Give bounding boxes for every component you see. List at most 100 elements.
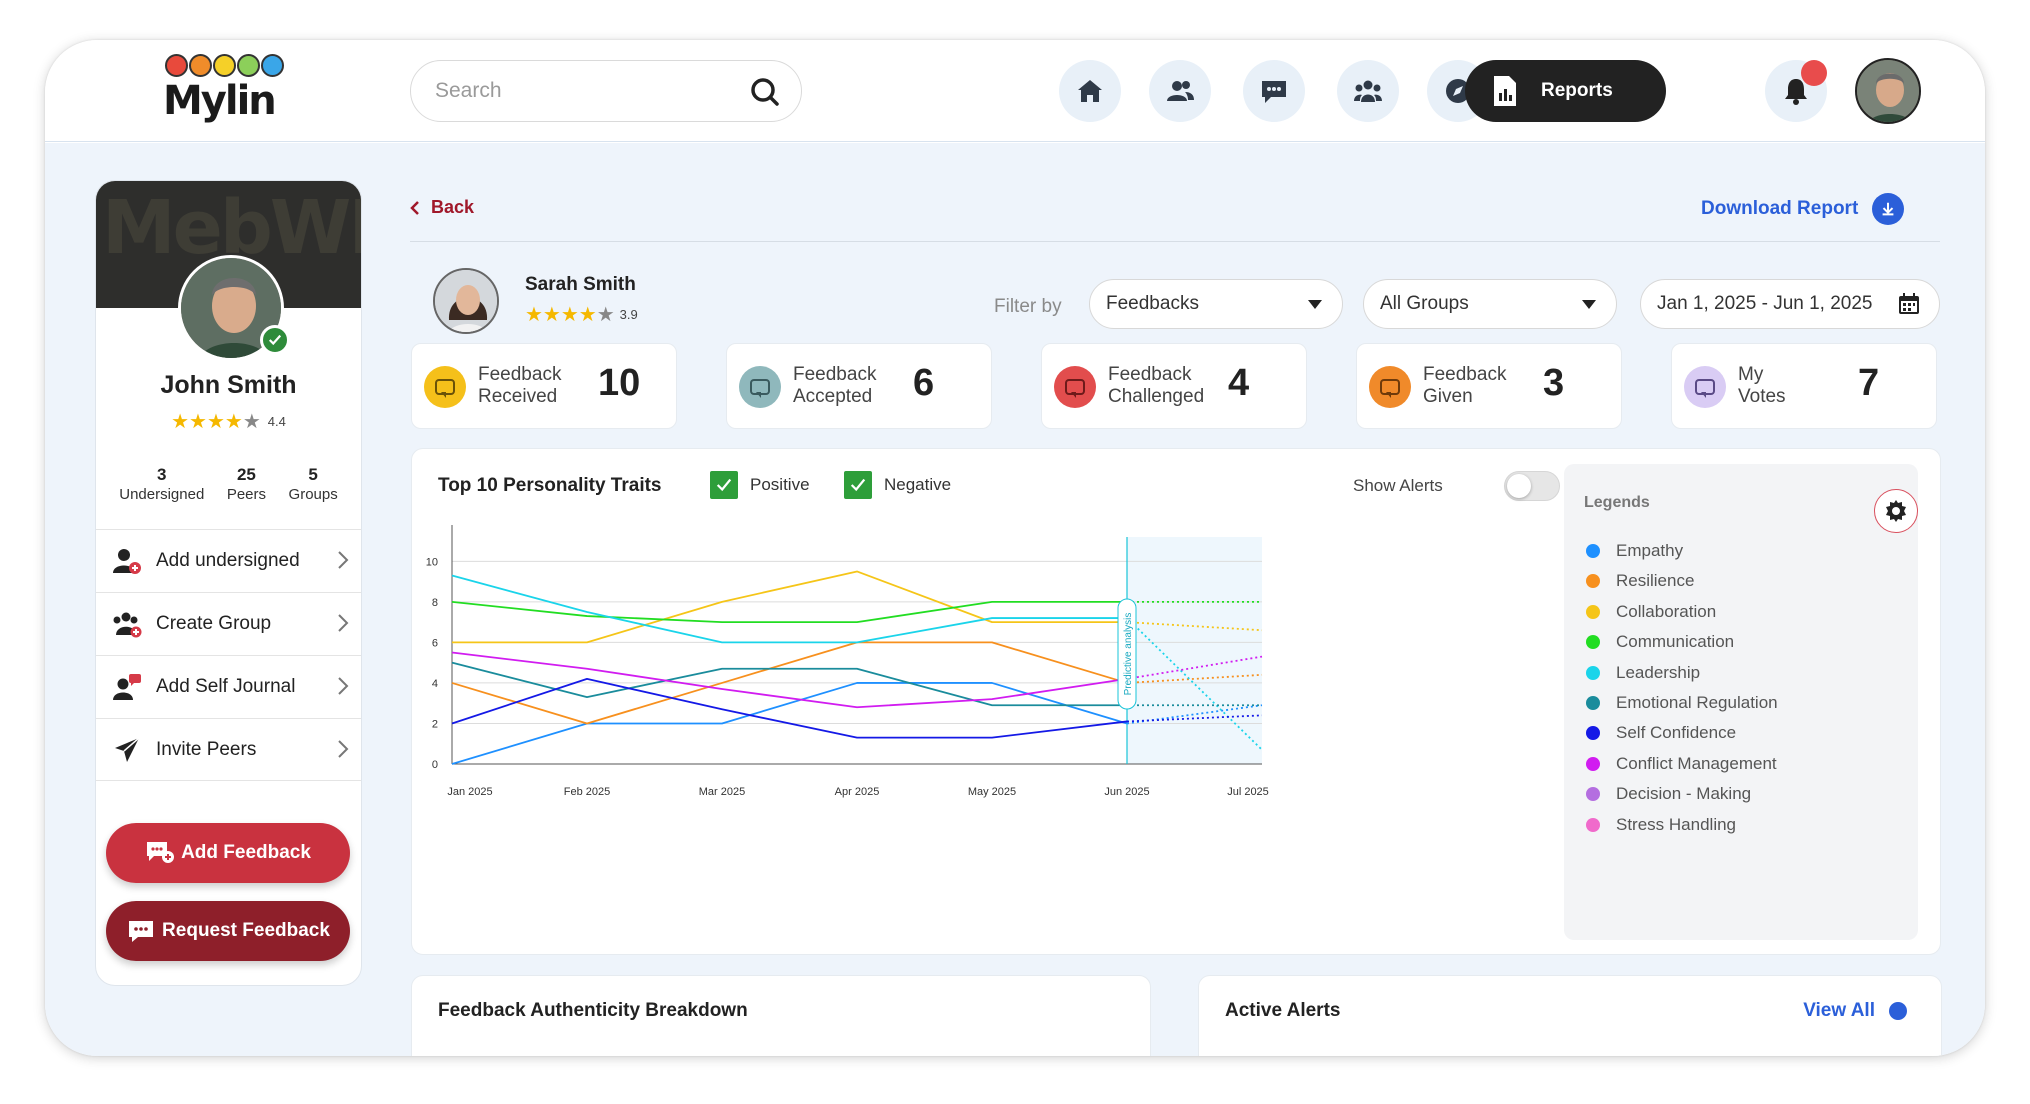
legend-title: Legends bbox=[1584, 494, 1650, 511]
profile-menu: Add undersigned Create Group Add Self Jo… bbox=[96, 529, 361, 781]
checkmark-icon bbox=[844, 471, 872, 499]
legend-label: Collaboration bbox=[1616, 601, 1717, 621]
toggle-knob bbox=[1507, 474, 1531, 498]
card-feedback-received[interactable]: Feedback Received 10 bbox=[411, 343, 677, 429]
reports-label: Reports bbox=[1541, 80, 1613, 101]
request-feedback-icon bbox=[129, 921, 154, 942]
active-alerts-panel: Active Alerts View All bbox=[1198, 975, 1942, 1056]
back-link[interactable]: Back bbox=[409, 197, 474, 218]
rating-stars: ★★★★★ bbox=[525, 304, 615, 326]
group-dropdown[interactable]: All Groups bbox=[1363, 279, 1617, 329]
series-line bbox=[452, 570, 1127, 644]
chevron-right-icon bbox=[338, 677, 349, 695]
view-all-link[interactable]: View All bbox=[1803, 1000, 1907, 1022]
nav-peers-button[interactable] bbox=[1149, 60, 1211, 122]
legend-item[interactable]: Leadership bbox=[1586, 663, 1700, 683]
nav-chat-button[interactable] bbox=[1243, 60, 1305, 122]
search-input[interactable] bbox=[435, 75, 735, 107]
show-alerts-toggle[interactable] bbox=[1504, 471, 1560, 501]
legend-item[interactable]: Emotional Regulation bbox=[1586, 693, 1778, 713]
stat-peers[interactable]: 25 Peers bbox=[227, 465, 266, 503]
logo-wordmark: Mylin bbox=[163, 78, 277, 124]
legend-item[interactable]: Decision - Making bbox=[1586, 784, 1751, 804]
legend-label: Communication bbox=[1616, 632, 1735, 652]
legend-label: Leadership bbox=[1616, 662, 1701, 682]
avatar-portrait bbox=[1857, 60, 1919, 122]
profile-name: John Smith bbox=[160, 371, 297, 399]
legend-item[interactable]: Empathy bbox=[1586, 541, 1683, 561]
traits-line-chart: 0 2 4 6 8 10 Jan 2025 Feb 2025 Mar 2025 Apr 2025 M… bbox=[426, 525, 1269, 798]
chevron-right-icon bbox=[338, 740, 349, 758]
show-alerts-label: Show Alerts bbox=[1353, 476, 1443, 495]
menu-add-undersigned[interactable]: Add undersigned bbox=[96, 529, 361, 592]
filter-label: Filter by bbox=[994, 296, 1062, 317]
x-tick-label: Apr 2025 bbox=[835, 786, 880, 798]
x-tick-label: Jun 2025 bbox=[1104, 786, 1149, 798]
search-box[interactable] bbox=[410, 60, 802, 122]
legend-swatch bbox=[1586, 574, 1600, 589]
user-avatar[interactable] bbox=[1855, 58, 1921, 124]
x-tick-label: Feb 2025 bbox=[564, 786, 610, 798]
legend-label: Self Confidence bbox=[1616, 723, 1737, 743]
feedback-bubble-icon bbox=[1054, 366, 1096, 408]
mylin-logo[interactable]: Mylin bbox=[163, 54, 293, 130]
nav-groups-button[interactable] bbox=[1337, 60, 1399, 122]
x-tick-label: Jul 2025 bbox=[1227, 786, 1269, 798]
legend-item[interactable]: Self Confidence bbox=[1586, 723, 1736, 743]
card-feedback-given[interactable]: Feedback Given 3 bbox=[1356, 343, 1622, 429]
feedback-bubble-icon bbox=[424, 366, 466, 408]
legend-item[interactable]: Stress Handling bbox=[1586, 815, 1736, 835]
card-feedback-challenged[interactable]: Feedback Challenged 4 bbox=[1041, 343, 1307, 429]
journal-icon bbox=[113, 674, 141, 700]
section-divider bbox=[410, 241, 1940, 242]
feedback-bubble-icon bbox=[1684, 366, 1726, 408]
legend-item[interactable]: Resilience bbox=[1586, 571, 1694, 591]
legend-label: Emotional Regulation bbox=[1616, 693, 1778, 712]
menu-add-self-journal[interactable]: Add Self Journal bbox=[96, 655, 361, 718]
menu-invite-peers[interactable]: Invite Peers bbox=[96, 718, 361, 781]
y-tick-label: 6 bbox=[432, 637, 438, 649]
peers-icon bbox=[1167, 81, 1194, 101]
stat-undersigned[interactable]: 3 Undersigned bbox=[119, 465, 204, 503]
logo-emoji-faces bbox=[165, 54, 284, 77]
notifications-button[interactable] bbox=[1765, 60, 1827, 122]
arrow-circle-icon bbox=[1889, 1002, 1907, 1020]
reports-button[interactable]: Reports bbox=[1465, 60, 1666, 122]
personality-traits-panel: 0 2 4 6 8 10 Jan 2025 Feb 2025 Mar 2025 Apr 2025 M… bbox=[411, 448, 1941, 955]
y-tick-label: 2 bbox=[432, 718, 438, 730]
legend-item[interactable]: Conflict Management bbox=[1586, 754, 1777, 774]
notification-dot bbox=[1801, 60, 1827, 86]
gear-icon bbox=[1886, 500, 1906, 522]
chart-title: Top 10 Personality Traits bbox=[438, 475, 662, 496]
stat-groups[interactable]: 5 Groups bbox=[289, 465, 338, 503]
feedback-type-dropdown[interactable]: Feedbacks bbox=[1089, 279, 1343, 329]
legend-swatch bbox=[1586, 635, 1600, 650]
date-range-picker[interactable]: Jan 1, 2025 - Jun 1, 2025 bbox=[1640, 279, 1940, 329]
chevron-left-icon bbox=[410, 200, 419, 215]
search-icon[interactable] bbox=[749, 76, 781, 108]
nav-home-button[interactable] bbox=[1059, 60, 1121, 122]
legend-swatch bbox=[1586, 544, 1600, 558]
positive-checkbox[interactable]: Positive bbox=[710, 471, 810, 499]
download-report-button[interactable]: Download Report bbox=[1701, 193, 1905, 225]
card-feedback-accepted[interactable]: Feedback Accepted 6 bbox=[726, 343, 992, 429]
home-icon bbox=[1078, 80, 1102, 102]
legend-swatch bbox=[1586, 787, 1600, 802]
legend-settings-button[interactable] bbox=[1874, 489, 1918, 533]
series-line bbox=[451, 651, 1128, 709]
predictive-analysis-label: Predictive analysis bbox=[1123, 613, 1134, 696]
y-tick-label: 8 bbox=[432, 597, 438, 609]
menu-create-group[interactable]: Create Group bbox=[96, 592, 361, 655]
create-group-icon bbox=[113, 612, 142, 638]
send-icon bbox=[115, 736, 140, 762]
legend-item[interactable]: Communication bbox=[1586, 632, 1734, 652]
legend-item[interactable]: Collaboration bbox=[1586, 602, 1716, 622]
x-tick-label: Jan 2025 bbox=[447, 786, 492, 798]
caret-down-icon bbox=[1308, 300, 1322, 309]
app-window: Mylin Reports bbox=[45, 40, 1985, 1056]
y-tick-label: 4 bbox=[432, 678, 438, 690]
request-feedback-button[interactable]: Request Feedback bbox=[106, 901, 350, 961]
add-feedback-button[interactable]: Add Feedback bbox=[106, 823, 350, 883]
card-my-votes[interactable]: My Votes 7 bbox=[1671, 343, 1937, 429]
negative-checkbox[interactable]: Negative bbox=[844, 471, 951, 499]
